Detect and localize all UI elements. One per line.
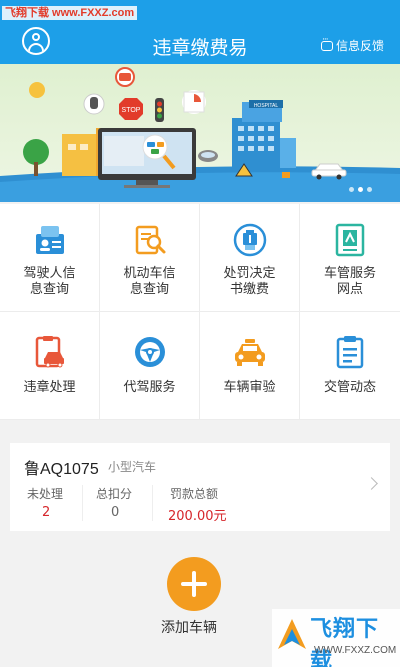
service-point-icon <box>335 223 365 257</box>
grid-item-vehicle-inspection[interactable]: 车辆审验 <box>200 312 300 420</box>
fine-total: 200.00元 <box>168 509 227 524</box>
vehicle-type: 小型汽车 <box>108 460 157 474</box>
grid-label: 机动车信 息查询 <box>123 266 176 297</box>
grid-label: 车辆审验 <box>223 380 276 395</box>
banner-illustration: STOP HOSPITAL <box>0 64 400 202</box>
grid-item-violation-handling[interactable]: 违章处理 <box>0 312 100 420</box>
hospital-text: HOSPITAL <box>254 103 279 109</box>
divider <box>82 485 83 521</box>
chat-bubble-icon <box>320 35 333 51</box>
feedback-button[interactable]: 信息反馈 <box>320 35 384 54</box>
watermark-url: WWW.FXXZ.COM <box>314 645 397 656</box>
car-search-icon <box>135 225 165 255</box>
vehicle-card[interactable]: 鲁AQ1075 小型汽车 未处理 2 总扣分 0 罚款总额 200.00元 <box>10 443 390 531</box>
feedback-label: 信息反馈 <box>335 39 384 53</box>
grid-label: 代驾服务 <box>123 380 176 395</box>
add-vehicle-button[interactable] <box>167 557 221 611</box>
clipboard-icon <box>336 336 364 369</box>
grid-label: 驾驶人信 息查询 <box>23 266 76 297</box>
grid-item-designated-driver[interactable]: 代驾服务 <box>100 312 200 420</box>
grid-item-traffic-news[interactable]: 交管动态 <box>300 312 400 420</box>
carousel-dot[interactable] <box>367 187 372 192</box>
promo-banner[interactable]: STOP HOSPITAL <box>0 64 400 202</box>
vehicle-inspection-icon <box>234 339 265 366</box>
driver-license-icon <box>35 226 64 254</box>
grid-label: 处罚决定 书缴费 <box>223 266 276 297</box>
grid-item-vehicle-info[interactable]: 机动车信 息查询 <box>100 204 200 312</box>
watermark-top: 飞翔下载 www.FXXZ.com <box>2 6 138 20</box>
watermark-bottom: 飞翔下载 WWW.FXXZ.COM <box>272 609 400 667</box>
grid-item-driver-info[interactable]: 驾驶人信 息查询 <box>0 204 100 312</box>
violation-icon <box>35 336 64 368</box>
chevron-right-icon[interactable] <box>365 477 378 490</box>
points-value: 0 <box>111 505 120 520</box>
app-header: 飞翔下载 www.FXXZ.com 违章缴费易 信息反馈 <box>0 0 400 64</box>
fine-label: 罚款总额 <box>170 487 219 501</box>
carousel-dot-active[interactable] <box>358 187 363 192</box>
steering-wheel-icon <box>134 337 165 367</box>
carousel-indicators[interactable] <box>349 187 372 192</box>
grid-label: 违章处理 <box>23 380 76 395</box>
service-grid: 驾驶人信 息查询 机动车信 息查询 处罚决定 书缴费 车管服务 网点 违章处理 … <box>0 204 400 420</box>
unprocessed-count: 2 <box>42 505 51 520</box>
brand-logo-icon <box>278 619 306 649</box>
payment-icon <box>233 223 266 257</box>
points-label: 总扣分 <box>96 487 133 501</box>
carousel-dot[interactable] <box>349 187 354 192</box>
license-plate: 鲁AQ1075 <box>24 461 99 478</box>
grid-label: 交管动态 <box>323 380 376 395</box>
stop-sign-text: STOP <box>122 107 141 114</box>
unprocessed-label: 未处理 <box>27 487 64 501</box>
divider <box>152 485 153 521</box>
add-vehicle-label[interactable]: 添加车辆 <box>161 617 217 637</box>
grid-item-penalty-payment[interactable]: 处罚决定 书缴费 <box>200 204 300 312</box>
grid-label: 车管服务 网点 <box>323 266 376 297</box>
grid-item-service-points[interactable]: 车管服务 网点 <box>300 204 400 312</box>
watermark-brand: 飞翔下载 <box>310 617 380 667</box>
